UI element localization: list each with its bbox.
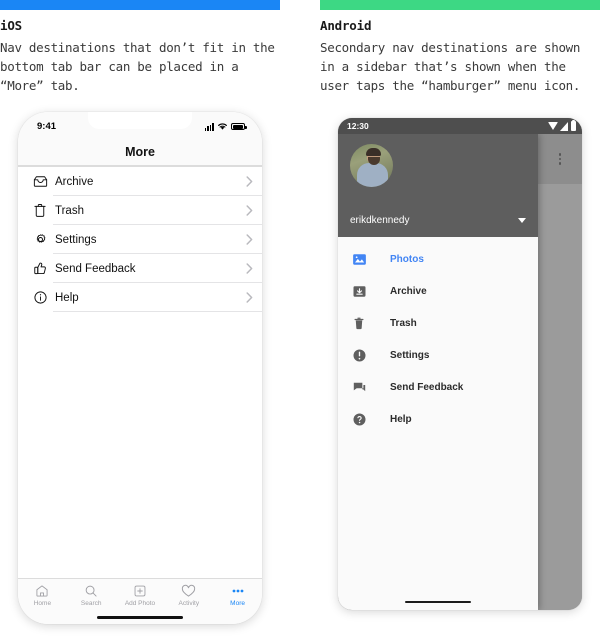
android-accent-bar xyxy=(320,0,600,10)
avatar[interactable] xyxy=(350,144,393,187)
account-username: erikdkennedy xyxy=(350,215,410,226)
android-app-bar xyxy=(538,134,582,184)
android-navigation-drawer: erikdkennedy Photos Archive Trash Settin… xyxy=(338,134,538,610)
battery-icon xyxy=(570,119,576,131)
tab-search[interactable]: Search xyxy=(67,584,116,607)
tab-home[interactable]: Home xyxy=(18,584,67,607)
alert-circle-icon xyxy=(352,348,382,363)
tab-label: Activity xyxy=(178,600,200,607)
heart-icon xyxy=(182,584,196,597)
photo-icon xyxy=(352,252,382,267)
page-root: iOS Nav destinations that don’t fit in t… xyxy=(0,0,600,643)
list-item[interactable]: Send Feedback xyxy=(18,254,262,283)
info-circle-icon xyxy=(27,290,53,305)
ios-more-list: Archive Trash Settings Send Feedback Hel… xyxy=(18,166,262,312)
tab-add-photo[interactable]: Add Photo xyxy=(116,584,165,607)
ios-notch xyxy=(88,112,192,129)
account-switcher[interactable]: erikdkennedy xyxy=(350,215,526,226)
plus-box-icon xyxy=(134,585,146,597)
home-icon xyxy=(36,585,48,597)
drawer-header: erikdkennedy xyxy=(338,134,538,237)
android-status-bar: 12:30 xyxy=(338,118,582,134)
tab-more[interactable]: More xyxy=(213,584,262,607)
android-status-time: 12:30 xyxy=(347,121,369,131)
drawer-item-label: Help xyxy=(390,413,412,425)
chevron-right-icon xyxy=(246,205,253,216)
tab-label: More xyxy=(230,600,245,607)
tab-label: Home xyxy=(33,600,52,607)
list-item[interactable]: Settings xyxy=(18,225,262,254)
list-item-label: Send Feedback xyxy=(55,262,136,275)
drawer-item-label: Send Feedback xyxy=(390,381,464,393)
drawer-item-label: Settings xyxy=(390,349,430,361)
chevron-right-icon xyxy=(246,263,253,274)
list-item[interactable]: Archive xyxy=(18,167,262,196)
wifi-icon xyxy=(547,122,558,130)
archive-box-icon xyxy=(27,174,53,189)
column-ios: iOS Nav destinations that don’t fit in t… xyxy=(0,0,280,95)
kebab-menu-icon[interactable] xyxy=(558,152,562,166)
chevron-right-icon xyxy=(246,234,253,245)
list-item[interactable]: Help xyxy=(18,283,262,312)
android-phone-mockup: 12:30 erikdkennedy Photos Archive Trash … xyxy=(338,118,582,610)
drawer-item-label: Trash xyxy=(390,317,417,329)
trash-can-icon xyxy=(27,203,53,218)
ios-tab-bar: Home Search Add Photo Activity More xyxy=(18,578,262,624)
drawer-item-settings[interactable]: Settings xyxy=(338,339,538,371)
cellular-signal-icon xyxy=(560,121,568,131)
drawer-item-send-feedback[interactable]: Send Feedback xyxy=(338,371,538,403)
ios-home-indicator xyxy=(97,615,183,619)
drawer-item-label: Archive xyxy=(390,285,427,297)
ellipsis-icon xyxy=(232,589,243,593)
ios-phone-mockup: 9:41 More Archive Trash Settings Send Fe… xyxy=(18,112,262,624)
drawer-item-archive[interactable]: Archive xyxy=(338,275,538,307)
list-item[interactable]: Trash xyxy=(18,196,262,225)
gear-icon xyxy=(27,232,53,247)
drawer-item-label: Photos xyxy=(390,253,424,265)
question-circle-icon xyxy=(352,412,382,427)
list-item-label: Trash xyxy=(55,204,84,217)
list-item-label: Help xyxy=(55,291,79,304)
drawer-item-help[interactable]: Help xyxy=(338,403,538,435)
android-gesture-bar xyxy=(405,600,471,603)
android-column-description: Secondary nav destinations are shown in … xyxy=(320,40,581,93)
ios-status-icons xyxy=(204,122,247,131)
search-icon xyxy=(85,585,97,597)
ios-column-title: iOS xyxy=(0,18,22,33)
list-item-label: Archive xyxy=(55,175,94,188)
android-column-title: Android xyxy=(320,18,372,33)
tab-label: Search xyxy=(80,600,102,607)
thumbs-up-icon xyxy=(27,261,53,276)
ios-column-description: Nav destinations that don’t fit in the b… xyxy=(0,40,275,93)
drawer-item-photos[interactable]: Photos xyxy=(338,243,538,275)
trash-can-icon xyxy=(352,316,382,331)
ios-accent-bar xyxy=(0,0,280,10)
chat-bubble-icon xyxy=(352,380,382,395)
chevron-right-icon xyxy=(246,176,253,187)
ios-status-time: 9:41 xyxy=(37,121,57,132)
android-status-icons xyxy=(547,119,576,131)
drawer-item-list: Photos Archive Trash Settings Send Feedb… xyxy=(338,237,538,435)
battery-icon xyxy=(231,123,247,130)
chevron-down-icon[interactable] xyxy=(518,218,526,223)
tab-activity[interactable]: Activity xyxy=(164,584,213,607)
android-screen-body: erikdkennedy Photos Archive Trash Settin… xyxy=(338,134,582,610)
chevron-right-icon xyxy=(246,292,253,303)
archive-box-icon xyxy=(352,284,382,299)
wifi-icon xyxy=(218,123,227,130)
list-item-label: Settings xyxy=(55,233,97,246)
column-android: Android Secondary nav destinations are s… xyxy=(320,0,600,95)
cellular-signal-icon xyxy=(204,123,214,131)
page-title: More xyxy=(125,144,155,159)
tab-label: Add Photo xyxy=(124,600,156,607)
ios-navigation-bar: More xyxy=(18,138,262,166)
drawer-item-trash[interactable]: Trash xyxy=(338,307,538,339)
